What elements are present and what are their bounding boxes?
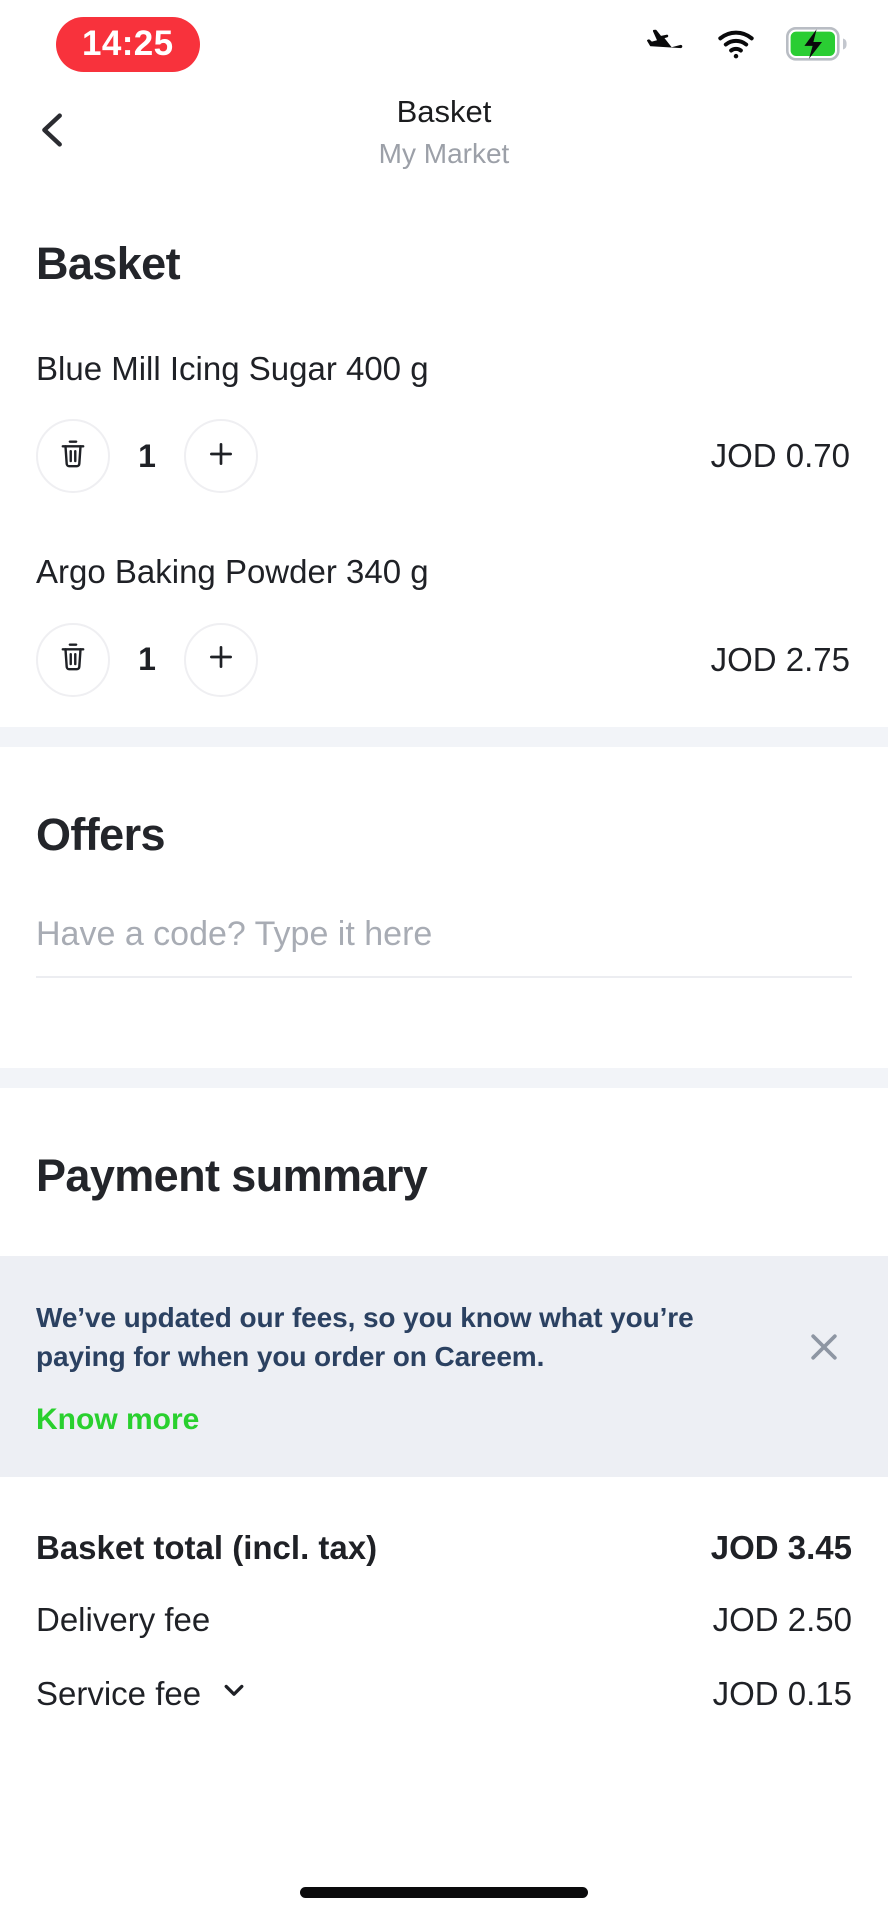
page-subtitle: My Market <box>378 137 510 169</box>
phone-screen: 14:25 Basket My Market Basket Blue Mill … <box>0 0 888 1920</box>
basket-item-controls: 1 JOD 2.75 <box>36 622 852 697</box>
quantity-value: 1 <box>138 641 156 677</box>
fee-row: Delivery fee JOD 2.50 <box>36 1567 852 1639</box>
close-icon <box>803 1326 845 1373</box>
airplane-mode-icon <box>646 24 686 64</box>
basket-item-price: JOD 2.75 <box>710 640 850 678</box>
back-button[interactable] <box>18 97 88 167</box>
chevron-down-icon[interactable] <box>217 1673 251 1715</box>
add-item-button[interactable] <box>184 622 258 697</box>
basket-section: Basket Blue Mill Icing Sugar 400 g 1 JOD… <box>0 176 888 727</box>
section-divider <box>0 1067 888 1088</box>
fee-breakdown-list: Basket total (incl. tax) JOD 3.45 Delive… <box>36 1477 852 1715</box>
basket-item: Blue Mill Icing Sugar 400 g 1 JOD 0.70 <box>36 348 852 494</box>
fee-row-service-fee[interactable]: Service fee JOD 0.15 <box>36 1639 852 1715</box>
quantity-value: 1 <box>138 437 156 474</box>
page-title: Basket <box>396 94 492 130</box>
remove-item-button[interactable] <box>36 419 110 494</box>
chevron-left-icon <box>30 107 76 158</box>
fee-value: JOD 0.15 <box>712 1675 852 1712</box>
dismiss-notice-button[interactable] <box>796 1322 852 1378</box>
trash-icon <box>56 640 90 679</box>
know-more-link[interactable]: Know more <box>36 1403 199 1437</box>
fee-label-group: Service fee <box>36 1673 251 1715</box>
offers-section: Offers <box>0 746 888 1068</box>
battery-charging-icon <box>786 27 848 61</box>
section-divider <box>0 726 888 747</box>
basket-item-price: JOD 0.70 <box>710 437 850 475</box>
basket-heading: Basket <box>36 238 181 289</box>
fees-notice-content: We’ve updated our fees, so you know what… <box>36 1298 726 1438</box>
status-time: 14:25 <box>56 16 200 72</box>
offers-heading: Offers <box>36 808 166 860</box>
quantity-stepper: 1 <box>36 419 258 494</box>
add-item-button[interactable] <box>184 419 258 494</box>
basket-item-controls: 1 JOD 0.70 <box>36 419 852 494</box>
fee-value: JOD 3.45 <box>710 1529 852 1566</box>
promo-code-field <box>36 914 852 984</box>
quantity-stepper: 1 <box>36 622 258 697</box>
plus-icon <box>204 437 238 476</box>
fee-label: Basket total (incl. tax) <box>36 1529 378 1566</box>
fees-notice-banner: We’ve updated our fees, so you know what… <box>0 1255 888 1477</box>
fee-label: Service fee <box>36 1675 202 1712</box>
payment-summary-section: Payment summary We’ve updated our fees, … <box>0 1087 888 1715</box>
promo-code-input[interactable] <box>36 914 852 978</box>
status-bar: 14:25 <box>0 0 888 88</box>
nav-bar: Basket My Market <box>0 88 888 176</box>
home-indicator <box>300 1887 588 1898</box>
basket-item-name: Blue Mill Icing Sugar 400 g <box>36 350 429 387</box>
status-icon-group <box>646 24 848 64</box>
wifi-icon <box>716 24 756 64</box>
plus-icon <box>204 640 238 679</box>
fee-value: JOD 2.50 <box>712 1601 852 1638</box>
fees-notice-text: We’ve updated our fees, so you know what… <box>36 1301 694 1373</box>
nav-title-group: Basket My Market <box>379 94 510 170</box>
basket-item: Argo Baking Powder 340 g 1 JOD 2.75 <box>36 551 852 697</box>
remove-item-button[interactable] <box>36 622 110 697</box>
basket-item-name: Argo Baking Powder 340 g <box>36 553 429 591</box>
fee-label: Delivery fee <box>36 1601 211 1638</box>
trash-icon <box>56 437 90 476</box>
payment-summary-heading: Payment summary <box>36 1149 428 1201</box>
fee-row: Basket total (incl. tax) JOD 3.45 <box>36 1495 852 1567</box>
